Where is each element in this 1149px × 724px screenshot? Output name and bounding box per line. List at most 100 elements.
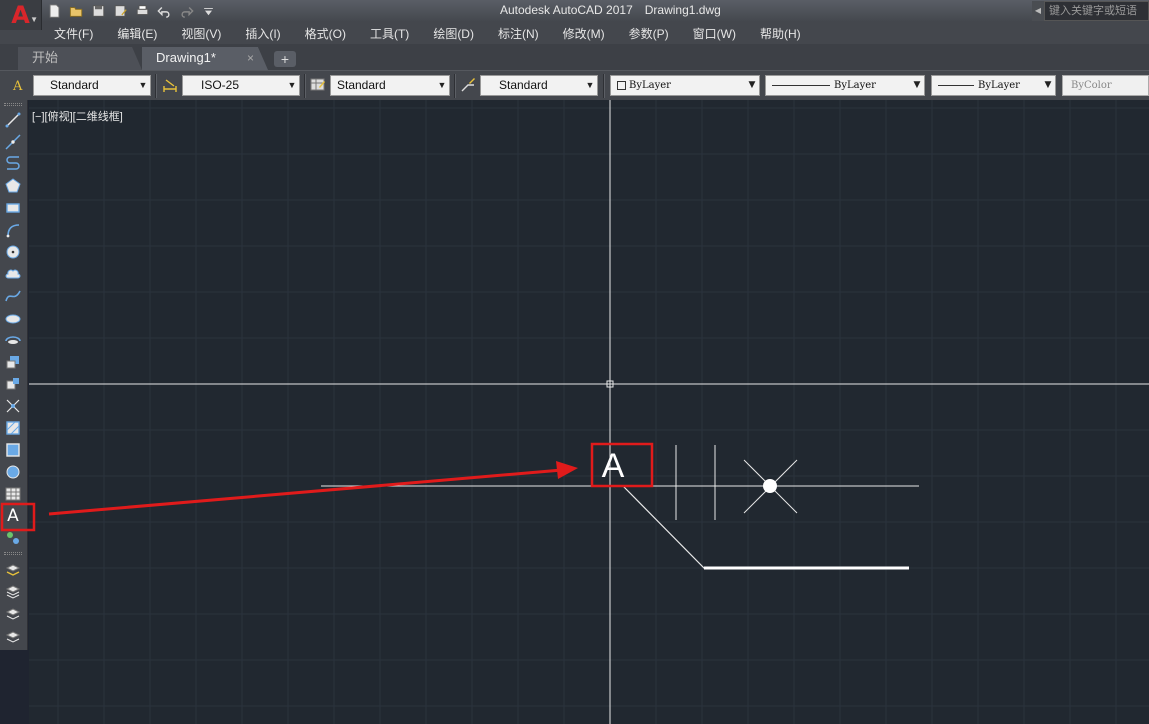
- grid: [29, 100, 1149, 724]
- menu-window[interactable]: 窗口(W): [681, 25, 748, 42]
- text-style-select[interactable]: Standard ▼: [33, 75, 151, 96]
- chevron-down-icon: ▼: [138, 80, 148, 90]
- multiline-text-icon[interactable]: A: [3, 506, 23, 526]
- table-style-value: Standard: [337, 78, 386, 92]
- chevron-down-icon: ▼: [30, 15, 38, 24]
- plot-icon[interactable]: [134, 3, 151, 19]
- close-icon[interactable]: ×: [247, 47, 254, 69]
- drawing-canvas[interactable]: [−][俯视][二维线框]: [29, 100, 1149, 724]
- gradient-icon[interactable]: [3, 440, 23, 460]
- divider: [155, 74, 157, 98]
- menu-help[interactable]: 帮助(H): [748, 25, 813, 42]
- new-tab-button[interactable]: +: [274, 51, 296, 67]
- menu-parametric[interactable]: 参数(P): [617, 25, 681, 42]
- crosshair-cursor: [29, 100, 1149, 724]
- dim-style-select[interactable]: ISO-25 ▼: [182, 75, 300, 96]
- app-title: Autodesk AutoCAD 2017: [500, 3, 633, 17]
- menubar-left-strip: [0, 30, 42, 44]
- linetype-value: ByLayer: [834, 80, 876, 91]
- layer-properties-icon[interactable]: [3, 560, 23, 580]
- chevron-down-icon: ▼: [748, 80, 756, 90]
- divider: [454, 74, 456, 98]
- lineweight-value: ByLayer: [978, 80, 1020, 91]
- linetype-preview-icon: [772, 85, 830, 86]
- menu-format[interactable]: 格式(O): [293, 25, 358, 42]
- region-icon[interactable]: [3, 462, 23, 482]
- multileader-style-value: Standard: [499, 78, 548, 92]
- revision-cloud-icon[interactable]: [3, 264, 23, 284]
- hatch-icon[interactable]: [3, 418, 23, 438]
- text-tool-glyph: A: [7, 506, 19, 526]
- svg-text:A: A: [12, 79, 23, 93]
- polygon-icon[interactable]: [3, 176, 23, 196]
- menu-insert[interactable]: 插入(I): [233, 25, 292, 42]
- menu-bar: 文件(F) 编辑(E) 视图(V) 插入(I) 格式(O) 工具(T) 绘图(D…: [42, 22, 1149, 44]
- search-expand-icon[interactable]: ◀: [1032, 1, 1044, 21]
- node-point[interactable]: [763, 479, 777, 493]
- undo-icon[interactable]: [156, 3, 173, 19]
- point-icon[interactable]: [3, 396, 23, 416]
- table-style-icon[interactable]: [308, 75, 328, 95]
- toolbar-grip[interactable]: [4, 103, 22, 106]
- menu-edit[interactable]: 编辑(E): [105, 25, 169, 42]
- color-select[interactable]: ByLayer ▼: [610, 75, 760, 96]
- autocad-window: Autodesk AutoCAD 2017 Drawing1.dwg ◀ 键入关键…: [0, 0, 1149, 724]
- tab-drawing1-label: Drawing1*: [156, 50, 216, 65]
- chevron-down-icon: ▼: [1044, 80, 1052, 90]
- tab-start[interactable]: 开始: [18, 47, 142, 70]
- line-icon[interactable]: [3, 110, 23, 130]
- make-block-icon[interactable]: [3, 374, 23, 394]
- viewport-controls[interactable]: [−][俯视][二维线框]: [32, 108, 123, 124]
- circle-icon[interactable]: [3, 242, 23, 262]
- add-selected-icon[interactable]: [3, 528, 23, 548]
- ellipse-icon[interactable]: [3, 308, 23, 328]
- plot-style-select[interactable]: ByColor: [1062, 75, 1149, 96]
- open-icon[interactable]: [68, 3, 85, 19]
- model-space[interactable]: [29, 100, 1149, 724]
- save-icon[interactable]: [90, 3, 107, 19]
- insert-block-icon[interactable]: [3, 352, 23, 372]
- styles-toolbar: A Standard ▼ ISO-25 ▼ Standard ▼ Standard ▼ …: [0, 70, 1149, 100]
- redo-icon[interactable]: [178, 3, 195, 19]
- customize-icon[interactable]: [200, 3, 217, 19]
- saveas-icon[interactable]: [112, 3, 129, 19]
- lineweight-select[interactable]: ByLayer ▼: [931, 75, 1056, 96]
- layer-previous-icon[interactable]: [3, 604, 23, 624]
- chevron-down-icon: ▼: [437, 80, 447, 90]
- spline-icon[interactable]: [3, 286, 23, 306]
- rectangle-icon[interactable]: [3, 198, 23, 218]
- menu-draw[interactable]: 绘图(D): [421, 25, 486, 42]
- layer-isolate-icon[interactable]: [3, 626, 23, 646]
- menu-dimension[interactable]: 标注(N): [486, 25, 551, 42]
- divider: [603, 74, 605, 98]
- menu-tools[interactable]: 工具(T): [358, 25, 421, 42]
- linetype-select[interactable]: ByLayer ▼: [765, 75, 925, 96]
- ellipse-arc-icon[interactable]: [3, 330, 23, 350]
- search-input[interactable]: 键入关键字或短语: [1044, 1, 1149, 21]
- multileader-style-icon[interactable]: [458, 75, 478, 95]
- table-style-select[interactable]: Standard ▼: [330, 75, 450, 96]
- chevron-down-icon: ▼: [913, 80, 921, 90]
- construction-line-icon[interactable]: [3, 132, 23, 152]
- polyline-icon[interactable]: [3, 154, 23, 174]
- leader-polyline[interactable]: [622, 485, 909, 569]
- application-menu-button[interactable]: A ▼: [0, 0, 42, 30]
- menu-modify[interactable]: 修改(M): [551, 25, 617, 42]
- document-title: Drawing1.dwg: [644, 3, 721, 17]
- text-style-icon[interactable]: A: [10, 75, 30, 95]
- tab-drawing1[interactable]: Drawing1* ×: [142, 47, 268, 70]
- menu-view[interactable]: 视图(V): [169, 25, 233, 42]
- multileader-style-select[interactable]: Standard ▼: [480, 75, 598, 96]
- table-icon[interactable]: [3, 484, 23, 504]
- arc-icon[interactable]: [3, 220, 23, 240]
- divider: [304, 74, 306, 98]
- text-style-value: Standard: [50, 78, 99, 92]
- menu-file[interactable]: 文件(F): [42, 25, 105, 42]
- title-bar: Autodesk AutoCAD 2017 Drawing1.dwg ◀ 键入关键…: [0, 0, 1149, 22]
- new-icon[interactable]: [46, 3, 63, 19]
- layer-state-icon[interactable]: [3, 582, 23, 602]
- lineweight-preview-icon: [938, 85, 974, 86]
- dim-style-icon[interactable]: [160, 75, 180, 95]
- toolbar-grip[interactable]: [4, 552, 22, 555]
- chevron-down-icon: ▼: [287, 80, 297, 90]
